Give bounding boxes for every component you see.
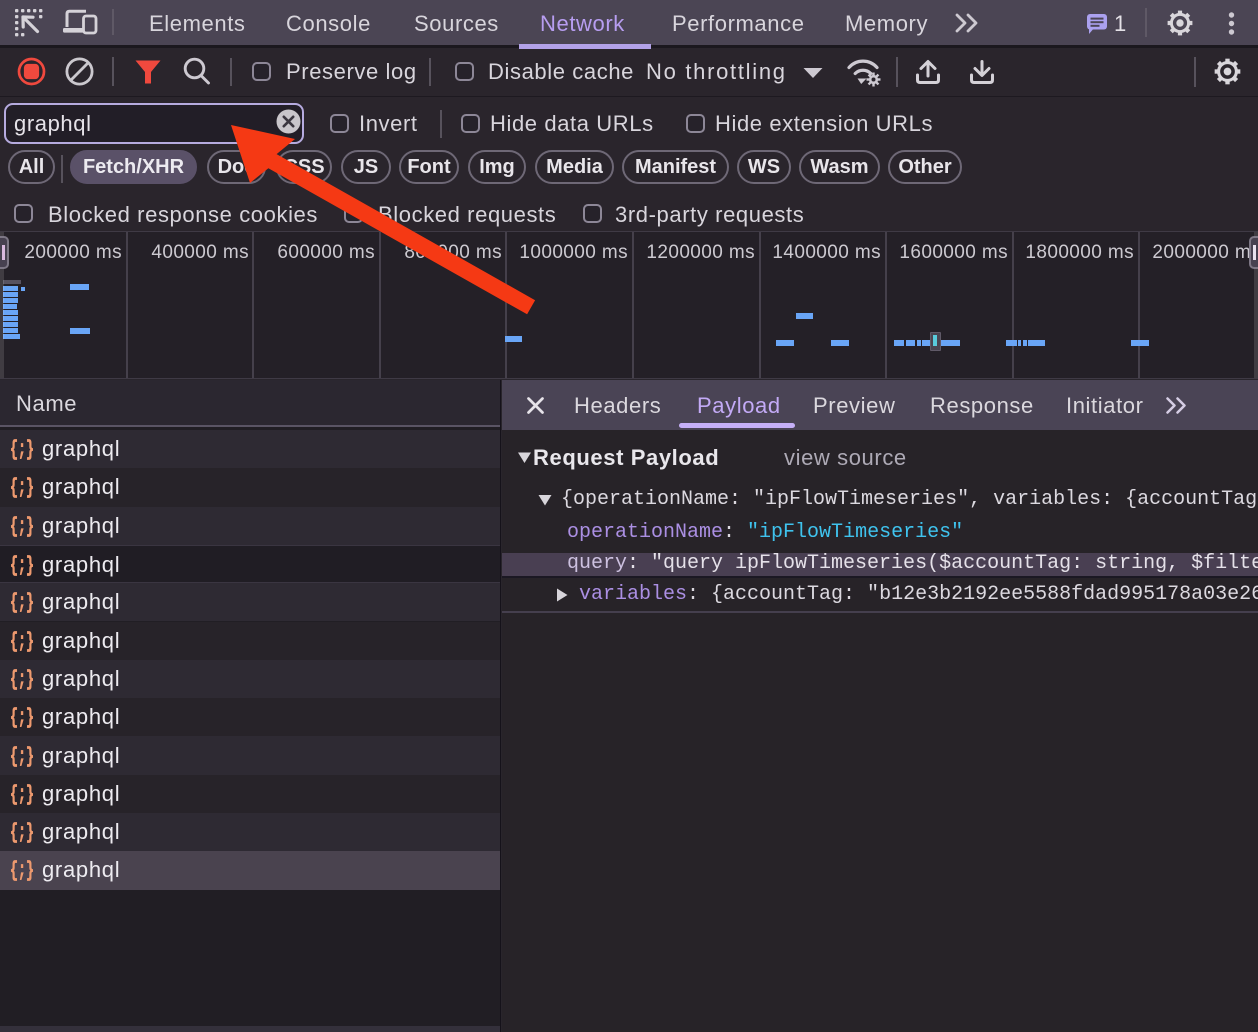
- svg-text:{;}: {;}: [10, 477, 34, 499]
- svg-text:{;}: {;}: [10, 822, 34, 844]
- svg-text:{;}: {;}: [10, 592, 34, 614]
- svg-text:{;}: {;}: [10, 860, 34, 882]
- svg-text:{;}: {;}: [10, 555, 34, 577]
- svg-text:{;}: {;}: [10, 516, 34, 538]
- svg-text:{;}: {;}: [10, 746, 34, 768]
- svg-text:{;}: {;}: [10, 669, 34, 691]
- svg-text:{;}: {;}: [10, 631, 34, 653]
- svg-text:{;}: {;}: [10, 707, 34, 729]
- svg-text:{;}: {;}: [10, 784, 34, 806]
- svg-text:{;}: {;}: [10, 439, 34, 461]
